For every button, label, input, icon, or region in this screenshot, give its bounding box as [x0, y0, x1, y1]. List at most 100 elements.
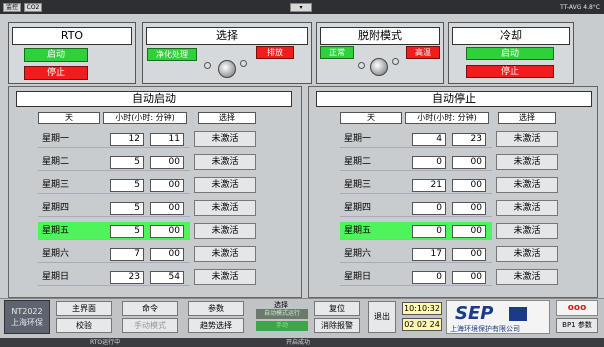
start-minute-input[interactable]: 00: [150, 179, 184, 192]
command-button[interactable]: 命令: [122, 301, 178, 316]
stop-hour-input[interactable]: 0: [412, 202, 446, 215]
stop-hour-input[interactable]: 0: [412, 225, 446, 238]
trend-button[interactable]: 趋势选择: [188, 318, 244, 333]
high-temp-button[interactable]: 高温: [406, 46, 440, 59]
cool-stop-button[interactable]: 停止: [466, 65, 554, 78]
start-activate-button[interactable]: 未激活: [194, 131, 256, 147]
start-activate-button[interactable]: 未激活: [194, 177, 256, 193]
stop-minute-input[interactable]: 00: [452, 156, 486, 169]
start-hour-input[interactable]: 12: [110, 133, 144, 146]
start-minute-input[interactable]: 11: [150, 133, 184, 146]
stop-hour-input[interactable]: 21: [412, 179, 446, 192]
start-header-time: 小时(小时: 分钟): [103, 112, 187, 124]
desorb-indicator-left: [358, 62, 365, 69]
start-hour-input[interactable]: 5: [110, 225, 144, 238]
stop-minute-input[interactable]: 00: [452, 179, 486, 192]
start-day-label: 星期六: [42, 249, 70, 259]
clear-alarm-button[interactable]: 消除报警: [314, 318, 360, 333]
dropdown-toggle[interactable]: ▾: [290, 3, 312, 12]
purify-button[interactable]: 净化处理: [147, 48, 197, 61]
start-activate-button[interactable]: 未激活: [194, 200, 256, 216]
device-info-line1: NT2022: [11, 307, 43, 316]
manual-mode-button[interactable]: 手动模式: [122, 318, 178, 333]
stop-day-label: 星期三: [344, 180, 372, 190]
stop-header-select: 选择: [498, 112, 556, 124]
main-screen-button[interactable]: 主界面: [56, 301, 112, 316]
start-day-label: 星期二: [42, 157, 70, 167]
stop-header-day: 天: [340, 112, 402, 124]
start-activate-button[interactable]: 未激活: [194, 246, 256, 262]
discharge-button[interactable]: 排放: [256, 46, 294, 59]
desorb-title: 脱附模式: [320, 27, 440, 45]
start-minute-input[interactable]: 00: [150, 202, 184, 215]
monitor-tab[interactable]: 监控: [3, 3, 21, 12]
stop-activate-button[interactable]: 未激活: [496, 177, 558, 193]
rto-stop-button[interactable]: 停止: [24, 66, 88, 80]
bp-param-button[interactable]: BP1 参数: [556, 318, 598, 333]
stop-hour-input[interactable]: 17: [412, 248, 446, 261]
start-day-label: 星期三: [42, 180, 70, 190]
status-mid: 开启成功: [286, 339, 311, 346]
co2-tab[interactable]: CO2: [24, 3, 42, 12]
rto-start-button[interactable]: 启动: [24, 48, 88, 62]
start-hour-input[interactable]: 7: [110, 248, 144, 261]
stop-minute-input[interactable]: 23: [452, 133, 486, 146]
stop-activate-button[interactable]: 未激活: [496, 223, 558, 239]
stop-hour-input[interactable]: 0: [412, 271, 446, 284]
exit-button[interactable]: 退出: [368, 301, 396, 333]
indicator-left: [204, 62, 211, 69]
start-hour-input[interactable]: 23: [110, 271, 144, 284]
stop-activate-button[interactable]: 未激活: [496, 131, 558, 147]
manual-indicator: 手动: [256, 321, 308, 331]
start-header-day: 天: [38, 112, 100, 124]
stop-minute-input[interactable]: 00: [452, 202, 486, 215]
reset-button[interactable]: 复位: [314, 301, 360, 316]
desorb-indicator-right: [392, 58, 399, 65]
company-logo: SEP 上海环境保护有限公司: [446, 300, 550, 334]
company-name: 上海环境保护有限公司: [450, 325, 520, 333]
start-minute-input[interactable]: 00: [150, 225, 184, 238]
select-knob[interactable]: [218, 60, 236, 78]
stop-day-label: 星期日: [344, 272, 372, 282]
stop-day-label: 星期四: [344, 203, 372, 213]
start-activate-button[interactable]: 未激活: [194, 154, 256, 170]
auto-start-title: 自动启动: [16, 91, 292, 107]
stop-minute-input[interactable]: 00: [452, 271, 486, 284]
normal-mode-button[interactable]: 正常: [320, 46, 354, 59]
calibration-button[interactable]: 校验: [56, 318, 112, 333]
params-button[interactable]: 参数: [188, 301, 244, 316]
start-activate-button[interactable]: 未激活: [194, 269, 256, 285]
clock-date: 02 02 24: [402, 318, 442, 331]
auto-stop-title: 自动停止: [316, 91, 592, 107]
stop-activate-button[interactable]: 未激活: [496, 200, 558, 216]
chevron-down-icon: ▾: [299, 4, 303, 11]
stop-day-label: 星期二: [344, 157, 372, 167]
cool-start-button[interactable]: 启动: [466, 47, 554, 60]
start-hour-input[interactable]: 5: [110, 156, 144, 169]
start-minute-input[interactable]: 00: [150, 156, 184, 169]
stop-minute-input[interactable]: 00: [452, 248, 486, 261]
start-minute-input[interactable]: 54: [150, 271, 184, 284]
logo-mark-icon: [509, 307, 527, 321]
stop-activate-button[interactable]: 未激活: [496, 154, 558, 170]
start-header-select: 选择: [198, 112, 256, 124]
stop-activate-button[interactable]: 未激活: [496, 246, 558, 262]
status-left: RTO运行中: [90, 339, 121, 346]
indicator-right: [240, 60, 247, 67]
stop-activate-button[interactable]: 未激活: [496, 269, 558, 285]
desorb-knob[interactable]: [370, 58, 388, 76]
rto-title: RTO: [12, 27, 132, 45]
start-day-label: 星期四: [42, 203, 70, 213]
start-hour-input[interactable]: 5: [110, 202, 144, 215]
stop-hour-input[interactable]: 0: [412, 156, 446, 169]
start-activate-button[interactable]: 未激活: [194, 223, 256, 239]
start-minute-input[interactable]: 00: [150, 248, 184, 261]
start-hour-input[interactable]: 5: [110, 179, 144, 192]
stop-day-label: 星期五: [344, 226, 372, 236]
logo-text: SEP: [455, 303, 494, 324]
auto-mode-indicator: 自动模式运行: [256, 309, 308, 319]
start-day-label: 星期一: [42, 134, 70, 144]
stop-minute-input[interactable]: 00: [452, 225, 486, 238]
start-day-label: 星期日: [42, 272, 70, 282]
stop-hour-input[interactable]: 4: [412, 133, 446, 146]
